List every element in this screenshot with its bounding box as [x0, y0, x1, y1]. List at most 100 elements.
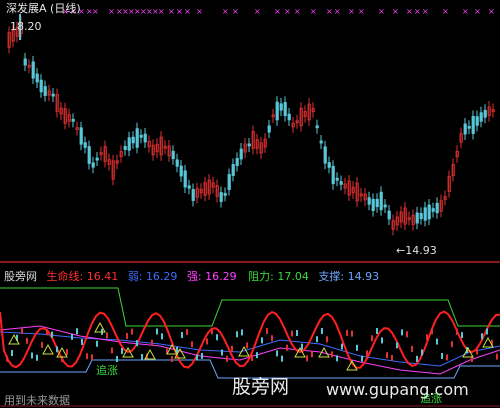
candle-body	[127, 137, 131, 151]
signal-x-marker: ×	[284, 7, 291, 16]
oscillator-bar	[336, 355, 338, 362]
signal-x-marker: ×	[222, 7, 229, 16]
candle-body	[171, 150, 175, 160]
oscillator-bar	[91, 354, 93, 361]
candle-body	[279, 103, 283, 111]
oscillator-bar	[226, 355, 228, 362]
signal-x-marker: ×	[334, 7, 341, 16]
chase-signal-tag: 追涨	[96, 364, 118, 377]
oscillator-bar	[281, 355, 283, 362]
candle-body	[323, 146, 327, 164]
oscillator-bar	[216, 334, 218, 341]
oscillator-bar	[396, 342, 398, 349]
candle-body	[275, 101, 279, 121]
oscillator-bar	[141, 353, 143, 360]
candle-body	[35, 73, 39, 83]
oscillator-bar	[121, 348, 123, 355]
oscillator-bar	[206, 338, 208, 345]
candle-body	[187, 185, 191, 189]
oscillator-bar	[221, 349, 223, 356]
chart-title: 深发展A (日线)	[6, 2, 81, 15]
candle-body	[287, 113, 291, 121]
candle-body	[87, 146, 91, 164]
candle-body	[143, 133, 147, 143]
candle-body	[219, 192, 223, 202]
indicator-pane	[0, 287, 500, 379]
oscillator-bar	[246, 342, 248, 349]
candle-body	[383, 204, 387, 208]
signal-x-marker: ×	[474, 7, 481, 16]
oscillator-bar	[161, 333, 163, 340]
strong-label: 强:	[186, 270, 202, 283]
signal-x-marker: ×	[462, 7, 469, 16]
candle-body	[91, 162, 95, 168]
candle-body	[191, 189, 195, 201]
oscillator-bar	[156, 328, 158, 335]
oscillator-bar	[476, 348, 478, 355]
candle-body	[331, 165, 335, 185]
resistance-line	[0, 287, 500, 327]
oscillator-bar	[56, 346, 58, 353]
oscillator-bar	[201, 352, 203, 359]
candle-body	[227, 174, 231, 190]
signal-x-marker: ×	[406, 7, 413, 16]
oscillator-bar	[481, 333, 483, 340]
oscillator-bar	[311, 351, 313, 358]
oscillator-bar	[286, 344, 288, 351]
oscillator-bar	[436, 338, 438, 345]
candle-body	[423, 207, 427, 221]
oscillator-bar	[431, 328, 433, 335]
oscillator-bar	[446, 354, 448, 361]
oscillator-bar	[131, 328, 133, 335]
life-line	[0, 310, 500, 369]
signal-x-marker: ×	[392, 7, 399, 16]
oscillator-bar	[241, 329, 243, 336]
oscillator-bar	[186, 328, 188, 335]
oscillator-bar	[411, 345, 413, 352]
oscillator-bar	[386, 352, 388, 359]
oscillator-bar	[391, 354, 393, 361]
oscillator-bar	[331, 351, 333, 358]
oscillator-bar	[371, 335, 373, 342]
oscillator-bar	[31, 352, 33, 359]
oscillator-bar	[441, 352, 443, 359]
signal-x-marker: ×	[232, 7, 239, 16]
oscillator-bar	[251, 354, 253, 361]
candle-body	[95, 157, 99, 161]
oscillator-bar	[426, 334, 428, 341]
signal-markers: × × × × × × × × × × × × × × × × × × × × × × × × × × × × × × × × × × × × × ×	[62, 7, 495, 16]
candle-body	[431, 208, 435, 212]
candle-body	[267, 125, 271, 133]
oscillator-bar	[111, 347, 113, 354]
oscillator-bar	[366, 350, 368, 357]
buy-triangle	[94, 321, 106, 333]
signal-x-marker: ×	[274, 7, 281, 16]
oscillator-bar	[191, 341, 193, 348]
candle-body	[139, 134, 143, 138]
kline-chart[interactable]: × × × × × × × × × × × × × × × × × × × × × × × × × × × × × × × × × × × × × ×	[0, 0, 500, 408]
candlesticks	[7, 14, 495, 236]
candle-body	[375, 198, 379, 208]
oscillator-bar	[361, 355, 363, 362]
oscillator-bar	[326, 336, 328, 343]
oscillator-bar	[321, 328, 323, 335]
resistance-value: 17.04	[277, 270, 309, 283]
candle-body	[327, 162, 331, 168]
candle-body	[39, 79, 43, 93]
oscillator-bar	[231, 345, 233, 352]
oscillator-bar	[496, 353, 498, 360]
candle-body	[415, 212, 419, 224]
signal-x-marker: ×	[422, 7, 429, 16]
candle-body	[379, 191, 383, 211]
candle-body	[371, 198, 375, 212]
candle-body	[71, 118, 75, 122]
candle-body	[475, 116, 479, 126]
candle-body	[223, 192, 227, 196]
candle-body	[427, 204, 431, 220]
candle-body	[135, 128, 139, 148]
oscillator-bar	[136, 340, 138, 347]
candle-body	[247, 143, 251, 147]
oscillator-bar	[461, 332, 463, 339]
oscillator-bar	[126, 332, 128, 339]
oscillator-bar	[81, 338, 83, 345]
